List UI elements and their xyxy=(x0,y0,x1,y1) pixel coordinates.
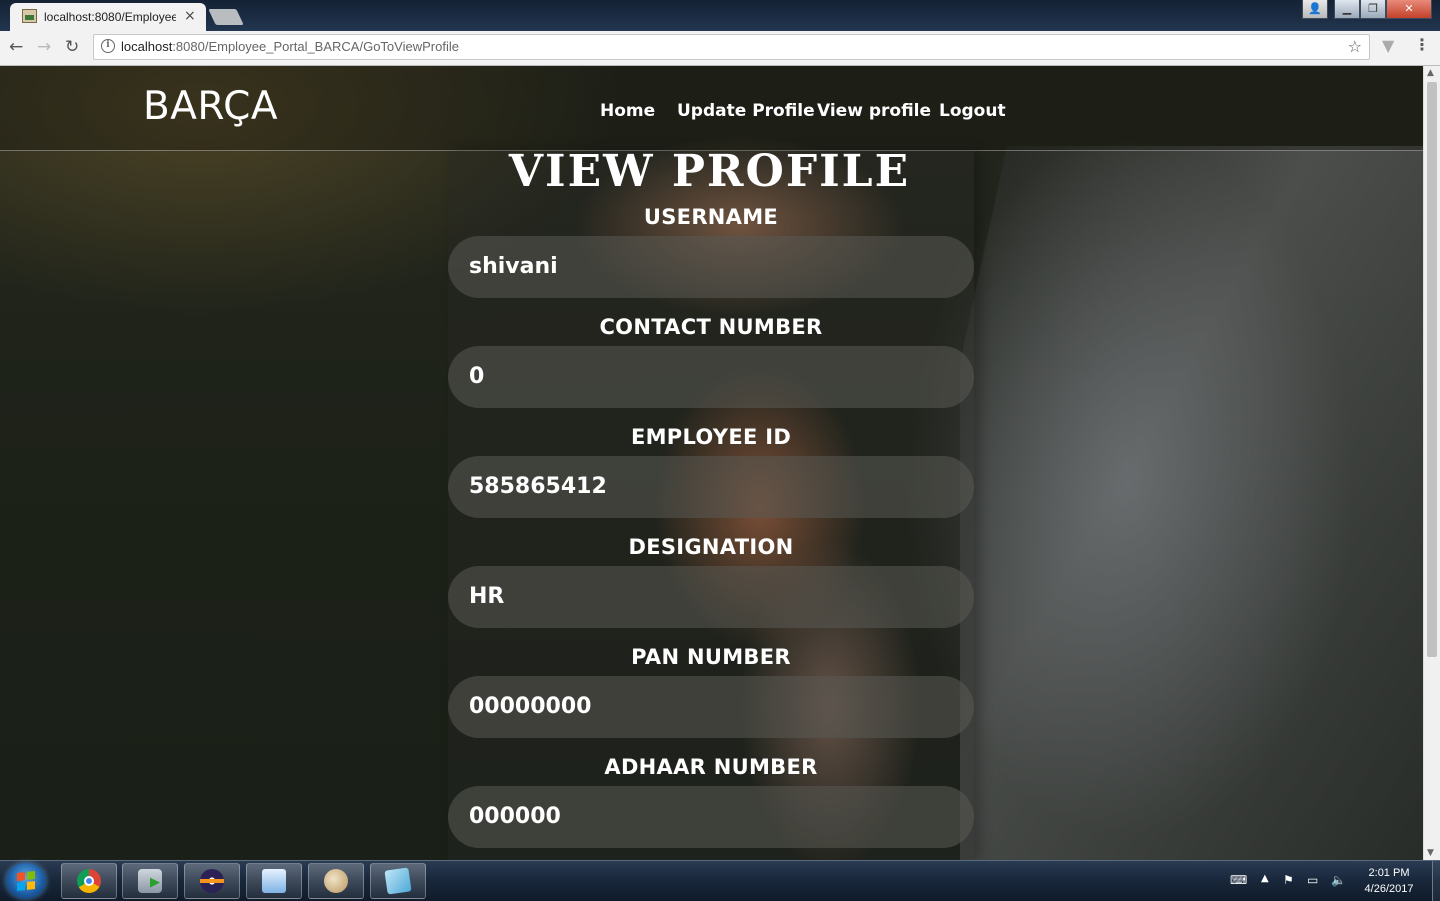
paint-icon xyxy=(324,869,348,893)
nav-view-profile-link[interactable]: View profile xyxy=(817,101,931,121)
files-icon xyxy=(262,869,286,893)
flag-icon[interactable]: ⚑ xyxy=(1283,873,1294,887)
site-header: BARÇA Home Update Profile View profile L… xyxy=(0,66,1423,151)
browser-tab[interactable]: localhost:8080/Employee × xyxy=(10,3,206,31)
taskbar-files[interactable] xyxy=(246,863,302,899)
page-title: VIEW PROFILE xyxy=(0,146,1423,197)
nav-update-profile-link[interactable]: Update Profile xyxy=(677,101,815,121)
keyboard-icon[interactable]: ⌨ xyxy=(1230,873,1247,887)
close-window-button[interactable]: ✕ xyxy=(1386,0,1432,19)
maximize-button[interactable]: ❐ xyxy=(1360,0,1386,19)
background-photo xyxy=(960,146,1423,860)
back-icon[interactable]: ← xyxy=(9,37,23,57)
scroll-down-icon[interactable]: ▼ xyxy=(1427,848,1434,858)
field-label-contact-number: CONTACT NUMBER xyxy=(599,315,823,339)
field-label-pan-number: PAN NUMBER xyxy=(631,645,791,669)
url-path: :8080/Employee_Portal_BARCA/GoToViewProf… xyxy=(172,39,459,54)
tab-title: localhost:8080/Employee xyxy=(44,10,176,24)
address-bar[interactable]: i localhost:8080/Employee_Portal_BARCA/G… xyxy=(93,34,1370,60)
tray-expand-icon[interactable]: ▲ xyxy=(1261,873,1269,884)
field-label-adhaar-number: ADHAAR NUMBER xyxy=(604,755,818,779)
field-value-employee-id: 585865412 xyxy=(448,456,974,518)
site-brand[interactable]: BARÇA xyxy=(143,84,278,129)
page-viewport: BARÇA Home Update Profile View profile L… xyxy=(0,66,1423,860)
page-favicon-icon xyxy=(22,9,37,23)
clock-date: 4/26/2017 xyxy=(1364,883,1414,895)
taskbar-eclipse[interactable] xyxy=(184,863,240,899)
taskbar-chrome[interactable] xyxy=(61,863,117,899)
menu-icon[interactable]: ⋮ xyxy=(1414,35,1430,54)
network-icon[interactable]: ▭ xyxy=(1307,873,1318,887)
field-label-designation: DESIGNATION xyxy=(628,535,794,559)
system-clock[interactable]: 2:01 PM 4/26/2017 xyxy=(1356,865,1422,897)
notes-icon xyxy=(384,867,412,895)
taskbar-paint[interactable] xyxy=(308,863,364,899)
tab-close-icon[interactable]: × xyxy=(184,8,196,24)
volume-icon[interactable]: 🔈 xyxy=(1331,873,1346,887)
field-value-contact-number: 0 xyxy=(448,346,974,408)
browser-titlebar: localhost:8080/Employee × 👤 ▁ ❐ ✕ xyxy=(0,0,1440,31)
clock-time: 2:01 PM xyxy=(1368,867,1410,879)
profile-icon[interactable]: 👤 xyxy=(1302,0,1328,19)
info-icon[interactable]: i xyxy=(101,39,115,53)
field-value-adhaar-number: 000000 xyxy=(448,786,974,848)
chrome-icon xyxy=(77,869,101,893)
field-value-username: shivani xyxy=(448,236,974,298)
scroll-up-icon[interactable]: ▲ xyxy=(1427,68,1434,78)
url-host: localhost xyxy=(121,39,173,54)
page-title-text: VIEW PROFILE xyxy=(508,146,911,197)
url-text[interactable]: localhost:8080/Employee_Portal_BARCA/GoT… xyxy=(121,39,459,54)
field-label-username: USERNAME xyxy=(643,205,779,229)
reload-icon[interactable]: ↻ xyxy=(65,37,79,57)
minimize-button[interactable]: ▁ xyxy=(1334,0,1360,19)
taskbar-database[interactable] xyxy=(122,863,178,899)
extension-icon[interactable]: ▼ xyxy=(1382,36,1394,55)
taskbar-notes[interactable] xyxy=(370,863,426,899)
eclipse-icon xyxy=(200,869,224,893)
star-icon[interactable]: ☆ xyxy=(1348,37,1362,56)
show-desktop-button[interactable] xyxy=(1432,861,1440,901)
field-value-pan-number: 00000000 xyxy=(448,676,974,738)
windows-taskbar: ⌨ ▲ ⚑ ▭ 🔈 2:01 PM 4/26/2017 xyxy=(0,860,1440,901)
start-button[interactable] xyxy=(6,863,46,899)
database-icon xyxy=(138,869,162,893)
page-scrollbar[interactable]: ▲ ▼ xyxy=(1423,66,1440,860)
nav-home-link[interactable]: Home xyxy=(600,101,655,121)
new-tab-button[interactable] xyxy=(208,9,244,25)
browser-toolbar: ← → ↻ i localhost:8080/Employee_Portal_B… xyxy=(0,31,1440,66)
scroll-thumb[interactable] xyxy=(1427,82,1437,657)
field-value-designation: HR xyxy=(448,566,974,628)
field-label-employee-id: EMPLOYEE ID xyxy=(630,425,792,449)
windows-logo-icon xyxy=(17,871,35,891)
forward-icon[interactable]: → xyxy=(37,37,51,57)
nav-logout-link[interactable]: Logout xyxy=(939,101,1006,121)
